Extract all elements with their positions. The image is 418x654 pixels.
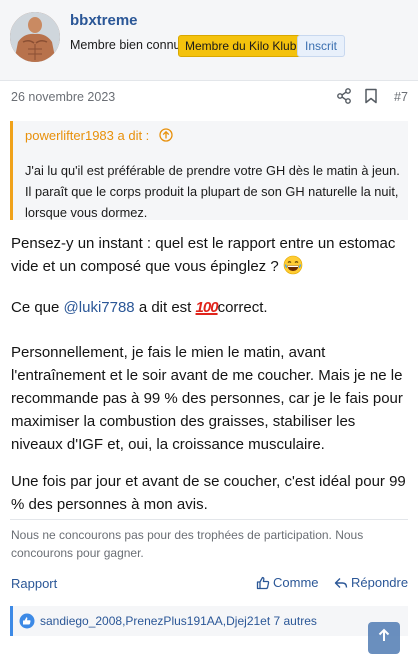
reaction-users[interactable]: sandiego_2008,PrenezPlus191AA,Djej21et 7… — [40, 614, 317, 628]
username[interactable]: bbxtreme — [70, 12, 138, 29]
user-mention-link[interactable]: @luki7788 — [64, 299, 135, 316]
post-number[interactable]: #7 — [394, 90, 408, 104]
laughing-emoji-icon — [283, 255, 303, 275]
avatar[interactable] — [10, 12, 60, 62]
reply-arrow-icon — [334, 578, 348, 588]
quote-block: powerlifter1983 a dit : J'ai lu qu'il es… — [10, 121, 408, 220]
signature: Nous ne concourons pas pour des trophées… — [11, 528, 364, 560]
signature-divider — [10, 519, 408, 520]
paragraph-2-middle: a dit est — [134, 299, 196, 316]
bookmark-icon[interactable] — [364, 88, 378, 104]
paragraph-2-end: correct. — [217, 299, 268, 316]
post-date[interactable]: 26 novembre 2023 — [11, 90, 115, 104]
quote-author[interactable]: powerlifter1983 a dit : — [25, 128, 149, 143]
share-icon[interactable] — [336, 88, 352, 104]
user-title: Membre bien connu — [70, 38, 181, 52]
reactions-bar[interactable]: sandiego_2008,PrenezPlus191AA,Djej21et 7… — [10, 606, 408, 636]
quote-text: J'ai lu qu'il est préférable de prendre … — [25, 163, 400, 220]
like-label: Comme — [273, 575, 319, 590]
badge-inscrit: Inscrit — [297, 35, 346, 57]
like-reaction-icon — [19, 613, 35, 629]
badge-kilo-klub: Membre du Kilo Klub — [178, 35, 304, 57]
report-link[interactable]: Rapport — [11, 576, 57, 591]
paragraph-1: Pensez-y un instant : quel est le rappor… — [11, 232, 411, 278]
user-header: bbxtreme Membre bien connu Membre du Kil… — [0, 0, 418, 81]
paragraph-2-start: Ce que — [11, 299, 64, 316]
paragraph-4: Une fois par jour et avant de se coucher… — [11, 473, 406, 513]
reply-button[interactable]: Répondre — [334, 575, 408, 590]
scroll-top-button[interactable] — [368, 622, 400, 654]
paragraph-1-text: Pensez-y un instant : quel est le rappor… — [11, 235, 396, 275]
hundred-points-emoji-icon: 100 — [195, 299, 219, 316]
avatar-image — [10, 12, 60, 62]
arrow-up-circle-icon[interactable] — [159, 128, 173, 142]
reply-label: Répondre — [351, 575, 409, 590]
thumbs-up-icon — [256, 576, 270, 590]
paragraph-3: Personnellement, je fais le mien le mati… — [11, 344, 403, 453]
like-button[interactable]: Comme — [256, 575, 319, 590]
paragraph-2: Ce que @luki7788 a dit est 100correct. — [11, 296, 411, 319]
